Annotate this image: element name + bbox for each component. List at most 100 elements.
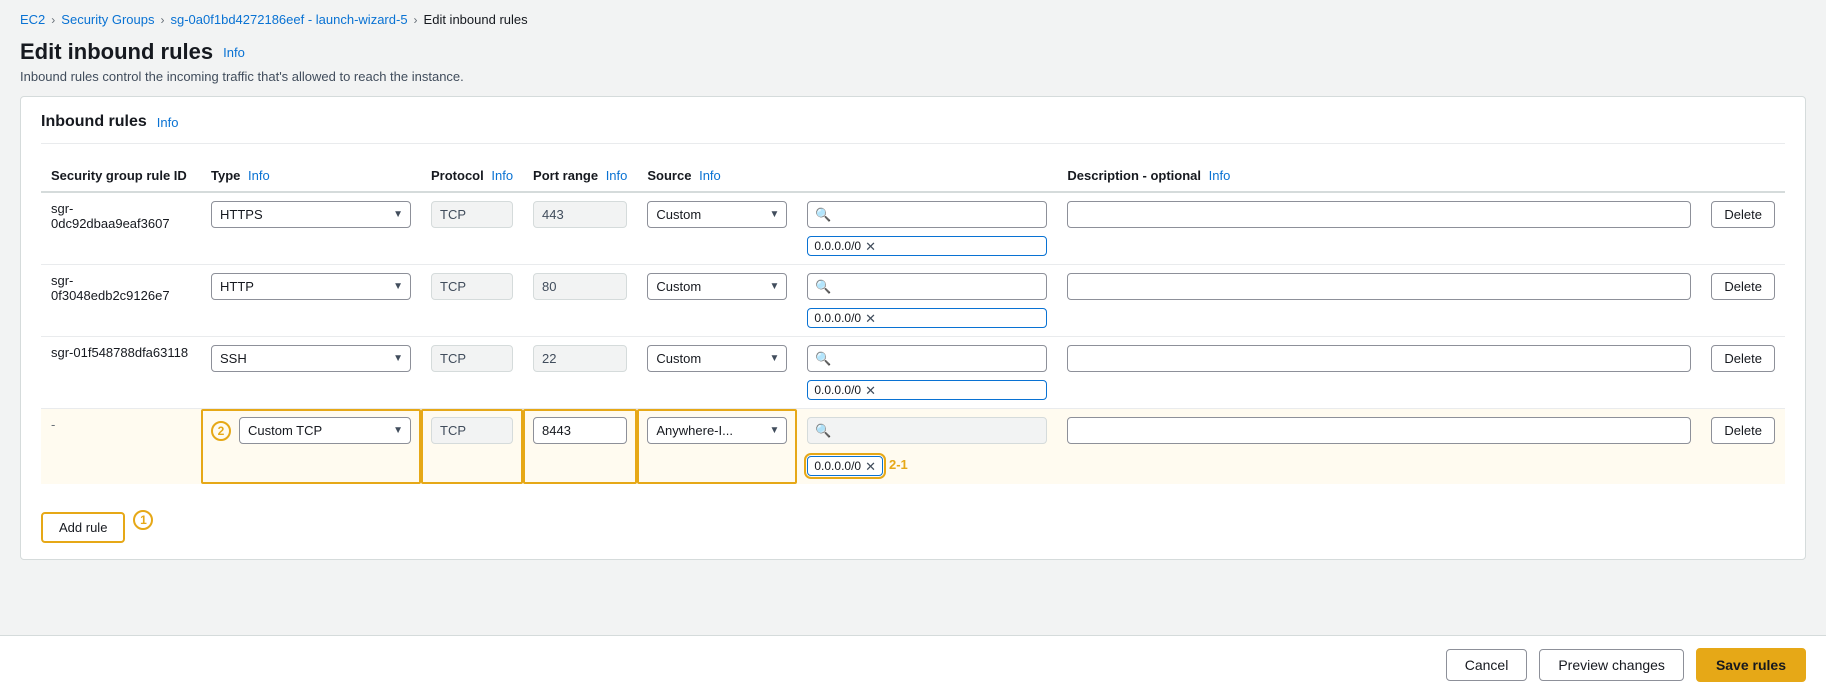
- source-cell-4: Anywhere-I... Custom Anywhere-IPv4 Anywh…: [637, 409, 797, 485]
- source-val-cell-2: 🔍 0.0.0.0/0 ✕: [797, 265, 1057, 337]
- source-search-1[interactable]: [807, 201, 1047, 228]
- source-tag-remove-4[interactable]: ✕: [865, 460, 876, 473]
- delete-button-2[interactable]: Delete: [1711, 273, 1775, 300]
- breadcrumb-sep-1: ›: [51, 13, 55, 27]
- port-input-4[interactable]: [533, 417, 627, 444]
- th-protocol: Protocol Info: [421, 160, 523, 192]
- source-select-1[interactable]: Custom Anywhere-IPv4 Anywhere-IPv6 My IP: [647, 201, 787, 228]
- protocol-input-4: [431, 417, 513, 444]
- th-port: Port range Info: [523, 160, 637, 192]
- port-cell-1: [523, 192, 637, 265]
- rule-id-cell-1: sgr-0dc92dbaa9eaf3607: [41, 192, 201, 265]
- th-type: Type Info: [201, 160, 421, 192]
- port-cell-3: [523, 337, 637, 409]
- type-cell-3: SSH ▼: [201, 337, 421, 409]
- table-row: sgr-0dc92dbaa9eaf3607 HTTPS ▼: [41, 192, 1785, 265]
- desc-input-2[interactable]: [1067, 273, 1691, 300]
- delete-button-4[interactable]: Delete: [1711, 417, 1775, 444]
- th-action: [1701, 160, 1785, 192]
- source-search-3[interactable]: [807, 345, 1047, 372]
- annotation-2-1: 2-1: [889, 457, 908, 472]
- th-desc-info[interactable]: Info: [1209, 168, 1231, 183]
- desc-cell-3: [1057, 337, 1701, 409]
- delete-button-3[interactable]: Delete: [1711, 345, 1775, 372]
- source-tag-remove-3[interactable]: ✕: [865, 384, 876, 397]
- th-protocol-info[interactable]: Info: [491, 168, 513, 183]
- breadcrumb-security-groups[interactable]: Security Groups: [61, 12, 154, 27]
- footer: Cancel Preview changes Save rules: [0, 635, 1826, 694]
- panel-info-link[interactable]: Info: [157, 115, 179, 130]
- rule-id-2: sgr-0f3048edb2c9126e7: [51, 273, 170, 303]
- table-row: sgr-01f548788dfa63118 SSH ▼: [41, 337, 1785, 409]
- save-button[interactable]: Save rules: [1696, 648, 1806, 682]
- protocol-input-3: [431, 345, 513, 372]
- source-select-3[interactable]: Custom Anywhere-IPv4 Anywhere-IPv6 My IP: [647, 345, 787, 372]
- panel-header: Inbound rules Info: [41, 113, 1785, 144]
- page-info-link[interactable]: Info: [223, 45, 245, 60]
- protocol-cell-1: [421, 192, 523, 265]
- rule-id-cell-4: -: [41, 409, 201, 485]
- rule-id-1: sgr-0dc92dbaa9eaf3607: [51, 201, 170, 231]
- rule-id-3: sgr-01f548788dfa63118: [51, 345, 188, 360]
- type-cell-2: HTTP ▼: [201, 265, 421, 337]
- preview-button[interactable]: Preview changes: [1539, 649, 1684, 681]
- type-select-2[interactable]: HTTP: [211, 273, 411, 300]
- source-tag-value-2: 0.0.0.0/0: [814, 311, 861, 325]
- th-source-info[interactable]: Info: [699, 168, 721, 183]
- protocol-cell-2: [421, 265, 523, 337]
- source-val-cell-1: 🔍 0.0.0.0/0 ✕: [797, 192, 1057, 265]
- breadcrumb-sep-2: ›: [161, 13, 165, 27]
- source-val-cell-4: 🔍 0.0.0.0/0 ✕ 2-1: [797, 409, 1057, 485]
- main-content: Inbound rules Info Security group rule I…: [0, 96, 1826, 694]
- protocol-cell-3: [421, 337, 523, 409]
- source-search-4: [807, 417, 1047, 444]
- desc-input-1[interactable]: [1067, 201, 1691, 228]
- type-select-1[interactable]: HTTPS: [211, 201, 411, 228]
- breadcrumb: EC2 › Security Groups › sg-0a0f1bd427218…: [0, 0, 1826, 35]
- source-tag-3: 0.0.0.0/0 ✕: [807, 380, 1047, 400]
- desc-cell-2: [1057, 265, 1701, 337]
- desc-cell-1: [1057, 192, 1701, 265]
- th-port-info[interactable]: Info: [606, 168, 628, 183]
- type-select-3[interactable]: SSH: [211, 345, 411, 372]
- action-cell-1: Delete: [1701, 192, 1785, 265]
- cancel-button[interactable]: Cancel: [1446, 649, 1528, 681]
- rules-panel: Inbound rules Info Security group rule I…: [20, 96, 1806, 560]
- source-tag-4: 0.0.0.0/0 ✕: [807, 456, 883, 476]
- desc-input-3[interactable]: [1067, 345, 1691, 372]
- port-input-1: [533, 201, 627, 228]
- type-cell-4: 2 Custom TCP Custom UDP Custom ICMP All …: [201, 409, 421, 485]
- source-tag-value-1: 0.0.0.0/0: [814, 239, 861, 253]
- table-row-new: - 2 Custom TCP Custom UDP Custom ICMP: [41, 409, 1785, 485]
- action-cell-4: Delete: [1701, 409, 1785, 485]
- breadcrumb-ec2[interactable]: EC2: [20, 12, 45, 27]
- panel-title: Inbound rules: [41, 113, 147, 131]
- page-header: Edit inbound rules Info Inbound rules co…: [0, 35, 1826, 96]
- port-input-3: [533, 345, 627, 372]
- rule-id-cell-2: sgr-0f3048edb2c9126e7: [41, 265, 201, 337]
- th-desc: Description - optional Info: [1057, 160, 1701, 192]
- type-cell-1: HTTPS ▼: [201, 192, 421, 265]
- source-search-2[interactable]: [807, 273, 1047, 300]
- th-source: Source Info: [637, 160, 797, 192]
- desc-input-4[interactable]: [1067, 417, 1691, 444]
- th-source-val: [797, 160, 1057, 192]
- protocol-input-2: [431, 273, 513, 300]
- protocol-cell-4: [421, 409, 523, 485]
- source-select-4[interactable]: Anywhere-I... Custom Anywhere-IPv4 Anywh…: [647, 417, 787, 444]
- delete-button-1[interactable]: Delete: [1711, 201, 1775, 228]
- th-rule-id: Security group rule ID: [41, 160, 201, 192]
- source-tag-value-3: 0.0.0.0/0: [814, 383, 861, 397]
- action-cell-2: Delete: [1701, 265, 1785, 337]
- source-tag-remove-2[interactable]: ✕: [865, 312, 876, 325]
- add-rule-button[interactable]: Add rule: [41, 512, 125, 543]
- page-wrapper: EC2 › Security Groups › sg-0a0f1bd427218…: [0, 0, 1826, 694]
- page-title: Edit inbound rules: [20, 39, 213, 65]
- source-select-2[interactable]: Custom Anywhere-IPv4 Anywhere-IPv6 My IP: [647, 273, 787, 300]
- type-select-4[interactable]: Custom TCP Custom UDP Custom ICMP All tr…: [239, 417, 411, 444]
- th-type-info[interactable]: Info: [248, 168, 270, 183]
- breadcrumb-sg-id[interactable]: sg-0a0f1bd4272186eef - launch-wizard-5: [171, 12, 408, 27]
- annotation-1: 1: [133, 510, 153, 530]
- source-tag-remove-1[interactable]: ✕: [865, 240, 876, 253]
- breadcrumb-sep-3: ›: [414, 13, 418, 27]
